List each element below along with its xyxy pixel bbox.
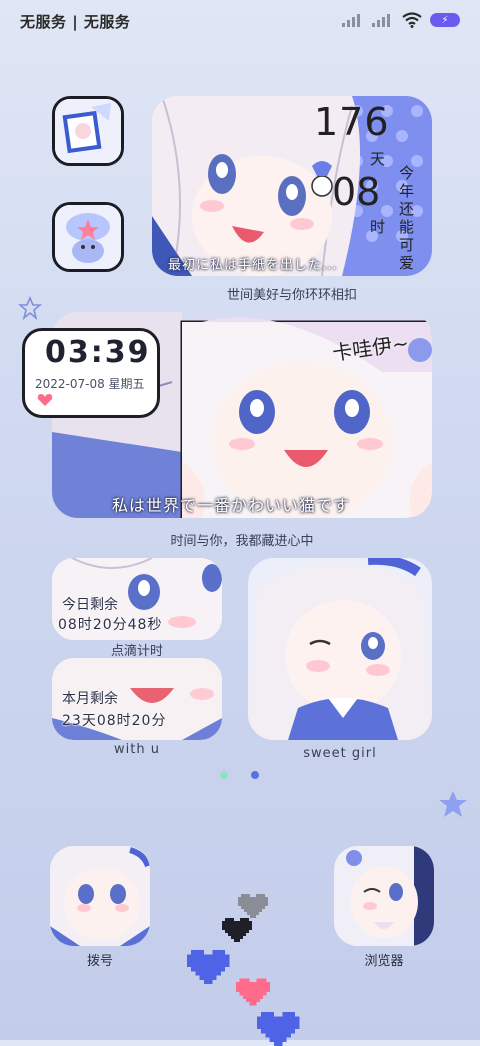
days-number: 176 xyxy=(314,100,390,144)
wifi-icon xyxy=(402,12,422,28)
dialer-app-icon xyxy=(50,846,150,946)
shortcut-icon-photo[interactable] xyxy=(52,96,124,166)
side-vertical-text: 今年还能可爱 xyxy=(399,164,415,272)
plush-dog-icon xyxy=(55,205,121,269)
top-widget-caption: 世间美好与你环环相扣 xyxy=(226,288,357,303)
page-dot-1[interactable] xyxy=(220,771,228,779)
today-caption: 点滴计时 xyxy=(110,644,163,659)
pixel-heart-pink-icon xyxy=(236,978,270,1006)
signal-icon-2 xyxy=(372,13,394,27)
sweet-girl-illustration xyxy=(248,558,432,740)
pixel-heart-gray-icon xyxy=(238,894,268,918)
photo-frame-icon xyxy=(55,99,121,163)
carrier-text: 无服务 | 无服务 xyxy=(20,13,131,31)
top-subtitle: 最初に私は手紙を出した... xyxy=(168,258,338,273)
dialer-label: 拨号 xyxy=(86,954,113,969)
browser-label: 浏览器 xyxy=(364,954,404,969)
widget-sweet-girl[interactable] xyxy=(248,558,432,740)
page-dot-2[interactable] xyxy=(251,771,259,779)
clock-time: 03:39 xyxy=(45,335,151,370)
star-icon xyxy=(18,296,42,320)
star-icon-filled xyxy=(439,791,467,817)
month-value: 23天08时20分 xyxy=(62,713,167,729)
app-dialer[interactable] xyxy=(50,846,150,946)
shortcut-icon-plush[interactable] xyxy=(52,202,124,272)
pixel-heart-blue-icon xyxy=(186,950,230,984)
status-icons: ⚡ xyxy=(342,12,460,28)
today-label: 今日剩余 xyxy=(62,597,118,613)
days-unit: 天 xyxy=(370,150,386,168)
sweet-girl-caption: sweet girl xyxy=(303,746,377,761)
clock-widget-caption: 时间与你，我都藏进心中 xyxy=(170,534,314,549)
battery-charging-icon: ⚡ xyxy=(430,13,460,27)
anime-girl-illustration xyxy=(152,96,432,276)
status-bar: 无服务 | 无服务 ⚡ xyxy=(0,0,480,42)
month-label: 本月剩余 xyxy=(62,691,118,707)
app-browser[interactable] xyxy=(334,846,434,946)
clock-subtitle: 私は世界で一番かわいい猫です xyxy=(112,496,351,515)
signal-icon xyxy=(342,13,364,27)
widget-today-remaining[interactable]: 今日剩余 08时20分48秒 xyxy=(52,558,222,640)
pixel-heart-blue-icon-2 xyxy=(256,1012,300,1046)
widget-year-countdown[interactable]: 176 天 08 时 今年还能可爱 最初に私は手紙を出した... xyxy=(152,96,432,276)
clock-date: 2022-07-08 星期五 xyxy=(35,377,145,391)
browser-app-icon xyxy=(334,846,434,946)
pixel-heart-black-icon xyxy=(222,918,252,942)
hours-number: 08 xyxy=(332,170,381,214)
widget-month-remaining[interactable]: 本月剩余 23天08时20分 xyxy=(52,658,222,740)
hours-unit: 时 xyxy=(370,218,386,236)
heart-icon xyxy=(37,394,53,406)
today-value: 08时20分48秒 xyxy=(58,617,163,633)
clock-bubble[interactable]: 03:39 2022-07-08 星期五 xyxy=(22,328,160,418)
month-caption: with u xyxy=(114,742,160,757)
